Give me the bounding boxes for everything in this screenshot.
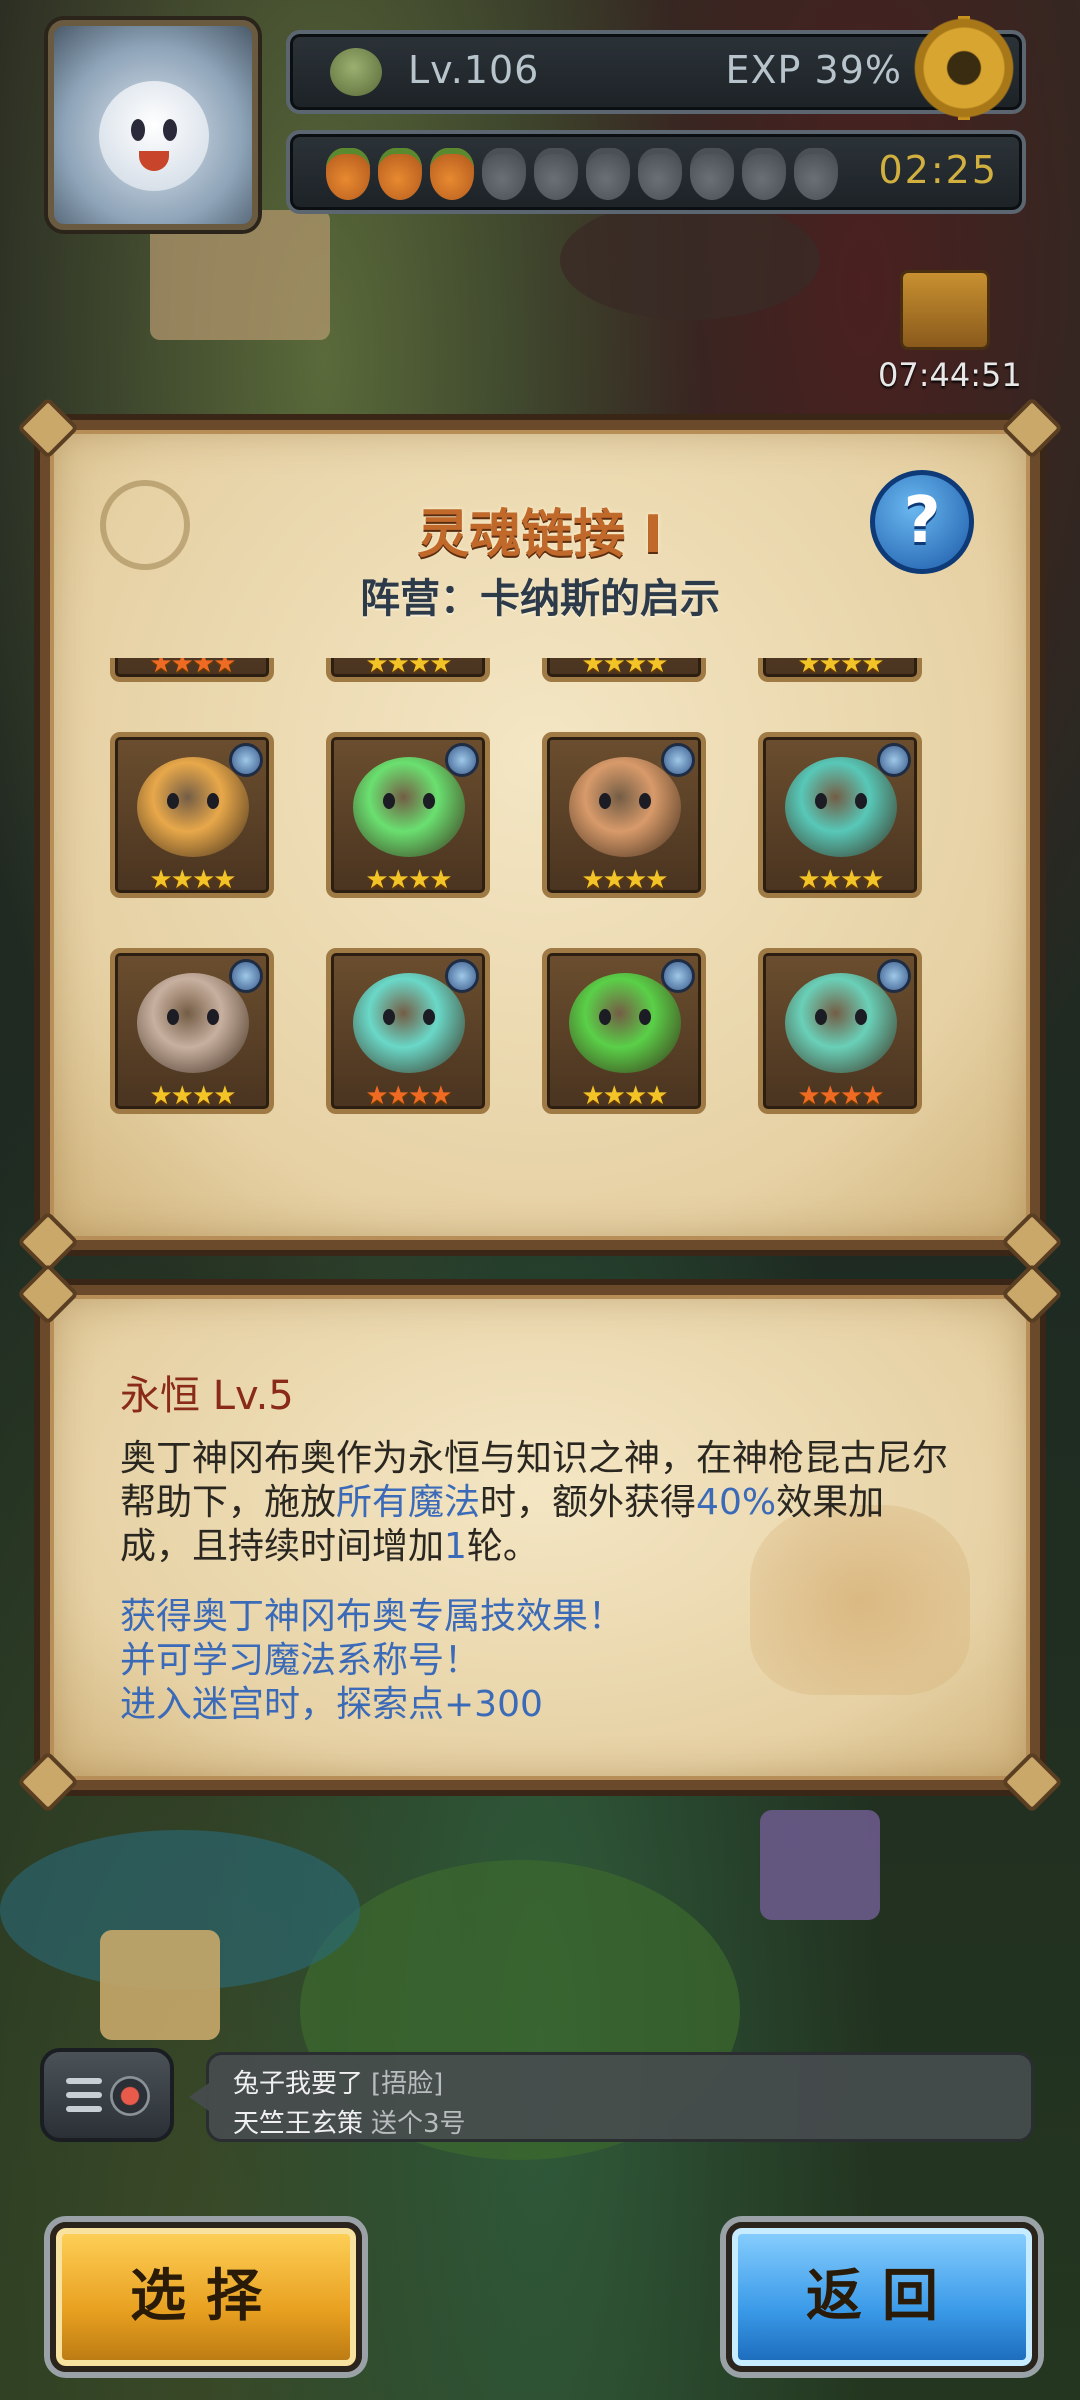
carrot-empty-icon xyxy=(638,148,682,200)
hero-slot[interactable]: ★★★★ xyxy=(758,658,922,682)
hero-slot[interactable]: ★★★★ xyxy=(542,658,706,682)
hero-slot[interactable]: ★★★★ xyxy=(542,948,706,1114)
star-rating: ★★★★ xyxy=(581,865,668,895)
hero-portrait-icon xyxy=(785,757,897,857)
star-rating: ★★★★ xyxy=(581,1081,668,1111)
skill-name: 永恒 Lv.5 xyxy=(120,1373,294,1419)
avatar-face-icon xyxy=(99,81,209,191)
chat-message: 兔子我要了 [捂脸] xyxy=(233,2069,444,2099)
skill-description: 奥丁神冈布奥作为永恒与知识之神，在神枪昆古尼尔帮助下，施放所有魔法时，额外获得4… xyxy=(120,1438,949,1567)
faction-label: 阵营：卡纳斯的启示 xyxy=(360,576,720,622)
star-rating: ★★★★ xyxy=(581,658,668,679)
help-button[interactable]: ? xyxy=(870,470,974,574)
star-rating: ★★★★ xyxy=(797,658,884,679)
back-button[interactable]: 返回 xyxy=(726,2222,1038,2372)
chat-message: 天竺王玄策 送个3号 xyxy=(233,2109,466,2139)
cabbage-icon xyxy=(330,48,382,96)
hero-portrait-icon xyxy=(353,757,465,857)
stamina-timer: 02:25 xyxy=(878,148,998,192)
player-avatar[interactable] xyxy=(48,20,258,230)
hero-slot[interactable]: ★★★★ xyxy=(110,658,274,682)
hero-slot[interactable]: ★★★★ xyxy=(542,732,706,898)
chat-menu-button[interactable] xyxy=(40,2048,174,2142)
faction-badge-icon xyxy=(877,959,911,993)
map-hero-marker-left[interactable] xyxy=(100,1930,220,2040)
hero-slot[interactable]: ★★★★ xyxy=(110,732,274,898)
faction-badge-icon xyxy=(661,959,695,993)
carrot-full-icon xyxy=(326,148,370,200)
hero-portrait-icon xyxy=(569,973,681,1073)
treasure-chest-icon[interactable] xyxy=(900,270,990,350)
settings-gear-icon[interactable] xyxy=(912,16,1016,120)
carrot-full-icon xyxy=(430,148,474,200)
faction-badge-icon xyxy=(229,743,263,777)
star-rating: ★★★★ xyxy=(365,865,452,895)
carrot-empty-icon xyxy=(534,148,578,200)
bonus-line: 并可学习魔法系称号！ xyxy=(120,1640,481,1681)
hero-portrait-icon xyxy=(137,757,249,857)
hero-grid: ★★★★ ★★★★ ★★★★ ★★★★ ★★★★ ★★★★ ★★★★ ★★★★ ★★★★ ★★★★… xyxy=(110,658,922,1114)
carrot-full-icon xyxy=(378,148,422,200)
exp-text: EXP 39% xyxy=(725,48,902,92)
faction-badge-icon xyxy=(445,743,479,777)
star-rating: ★★★★ xyxy=(149,1081,236,1111)
faction-badge-icon xyxy=(877,743,911,777)
hero-slot[interactable]: ★★★★ xyxy=(758,732,922,898)
star-rating: ★★★★ xyxy=(365,658,452,679)
chat-preview[interactable]: 兔子我要了 [捂脸] 天竺王玄策 送个3号 xyxy=(189,2052,1034,2142)
soul-link-panel: 灵魂链接 I 阵营：卡纳斯的启示 ? ★★★★ ★★★★ ★★★★ ★★★★ ★★★★ ★… xyxy=(40,420,1040,1250)
star-rating: ★★★★ xyxy=(797,865,884,895)
star-rating: ★★★★ xyxy=(365,1081,452,1111)
hero-portrait-icon xyxy=(569,757,681,857)
hero-portrait-icon xyxy=(353,973,465,1073)
carrot-empty-icon xyxy=(794,148,838,200)
skill-description-panel: 永恒 Lv.5 奥丁神冈布奥作为永恒与知识之神，在神枪昆古尼尔帮助下，施放所有魔… xyxy=(40,1285,1040,1790)
hero-slot[interactable]: ★★★★ xyxy=(326,948,490,1114)
hero-portrait-icon xyxy=(137,973,249,1073)
select-button[interactable]: 选择 xyxy=(50,2222,362,2372)
chest-timer: 07:44:51 xyxy=(878,356,1022,394)
carrot-empty-icon xyxy=(586,148,630,200)
hero-slot[interactable]: ★★★★ xyxy=(110,948,274,1114)
bonus-line: 获得奥丁神冈布奥专属技效果！ xyxy=(120,1596,625,1637)
stamina-carrots xyxy=(326,148,838,200)
faction-badge-icon xyxy=(661,743,695,777)
level-text: Lv.106 xyxy=(408,48,540,92)
hero-grid-scroll[interactable]: ★★★★ ★★★★ ★★★★ ★★★★ ★★★★ ★★★★ ★★★★ ★★★★ ★★★★ ★★★★… xyxy=(110,658,970,1218)
star-rating: ★★★★ xyxy=(149,865,236,895)
record-dot-icon xyxy=(110,2076,150,2116)
carrot-empty-icon xyxy=(690,148,734,200)
stamina-bar: 02:25 xyxy=(286,130,1026,214)
map-hero-marker-right[interactable] xyxy=(760,1810,880,1920)
carrot-empty-icon xyxy=(742,148,786,200)
bonus-line: 进入迷宫时，探索点+300 xyxy=(120,1684,543,1725)
menu-lines-icon xyxy=(66,2078,102,2120)
star-rating: ★★★★ xyxy=(797,1081,884,1111)
faction-badge-icon xyxy=(229,959,263,993)
faction-badge-icon xyxy=(445,959,479,993)
carrot-empty-icon xyxy=(482,148,526,200)
map-volcano xyxy=(560,200,820,320)
hero-slot[interactable]: ★★★★ xyxy=(326,658,490,682)
hero-portrait-icon xyxy=(785,973,897,1073)
star-rating: ★★★★ xyxy=(149,658,236,679)
hero-slot[interactable]: ★★★★ xyxy=(758,948,922,1114)
skill-bonus-list: 获得奥丁神冈布奥专属技效果！ 并可学习魔法系称号！ 进入迷宫时，探索点+300 xyxy=(120,1595,950,1727)
hero-slot[interactable]: ★★★★ xyxy=(326,732,490,898)
